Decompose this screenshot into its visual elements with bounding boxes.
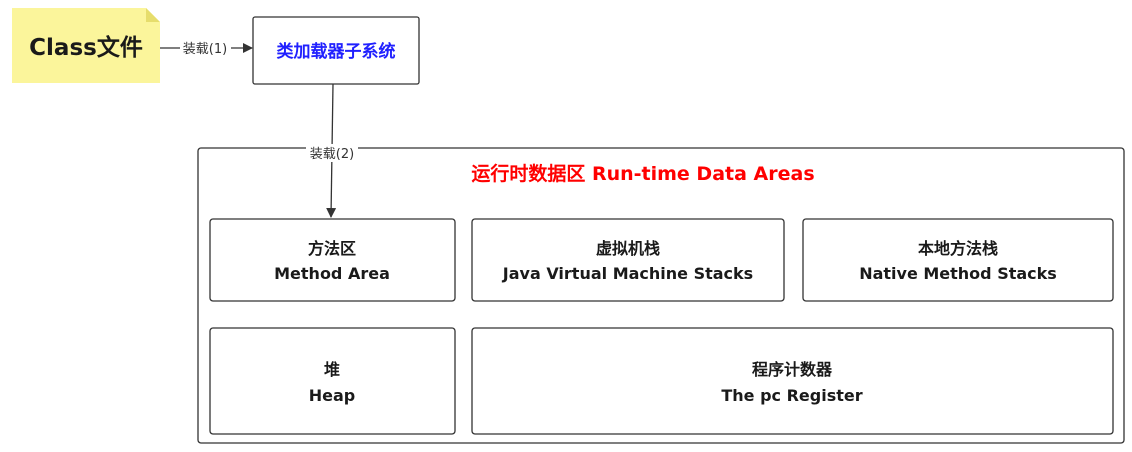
native-stacks-box[interactable]: 本地方法栈 Native Method Stacks [802, 218, 1114, 302]
method-area-box[interactable]: 方法区 Method Area [209, 218, 456, 302]
class-file-note[interactable]: Class文件 [12, 8, 160, 83]
class-file-label: Class文件 [29, 34, 143, 61]
vm-stacks-en: Java Virtual Machine Stacks [502, 264, 753, 283]
vm-stacks-rect [471, 218, 785, 302]
native-stacks-zh: 本地方法栈 [918, 239, 998, 258]
vm-stacks-box[interactable]: 虚拟机栈 Java Virtual Machine Stacks [471, 218, 785, 302]
heap-en: Heap [309, 386, 356, 405]
edge-label-load-1: 装载(1) [183, 42, 227, 57]
heap-zh: 堆 [324, 360, 340, 379]
edge-load-1: 装载(1) [160, 39, 253, 57]
jvm-architecture-diagram: Class文件 装载(1) 类加载器子系统 运行时数据区 Run-time Da… [12, 8, 1125, 444]
class-loader-label: 类加载器子系统 [277, 41, 396, 62]
pc-register-zh: 程序计数器 [752, 360, 833, 379]
pc-register-rect [471, 327, 1114, 435]
heap-box[interactable]: 堆 Heap [209, 327, 456, 435]
native-stacks-en: Native Method Stacks [859, 264, 1057, 283]
method-area-zh: 方法区 [308, 239, 356, 258]
vm-stacks-zh: 虚拟机栈 [596, 239, 660, 258]
class-loader-box[interactable]: 类加载器子系统 [252, 16, 420, 85]
native-stacks-rect [802, 218, 1114, 302]
method-area-en: Method Area [274, 264, 390, 283]
pc-register-box[interactable]: 程序计数器 The pc Register [471, 327, 1114, 435]
edge-label-load-2: 装载(2) [310, 147, 354, 162]
pc-register-en: The pc Register [721, 386, 862, 405]
method-area-rect [209, 218, 456, 302]
heap-rect [209, 327, 456, 435]
runtime-title: 运行时数据区 Run-time Data Areas [471, 162, 814, 185]
note-fold-icon [146, 8, 160, 22]
